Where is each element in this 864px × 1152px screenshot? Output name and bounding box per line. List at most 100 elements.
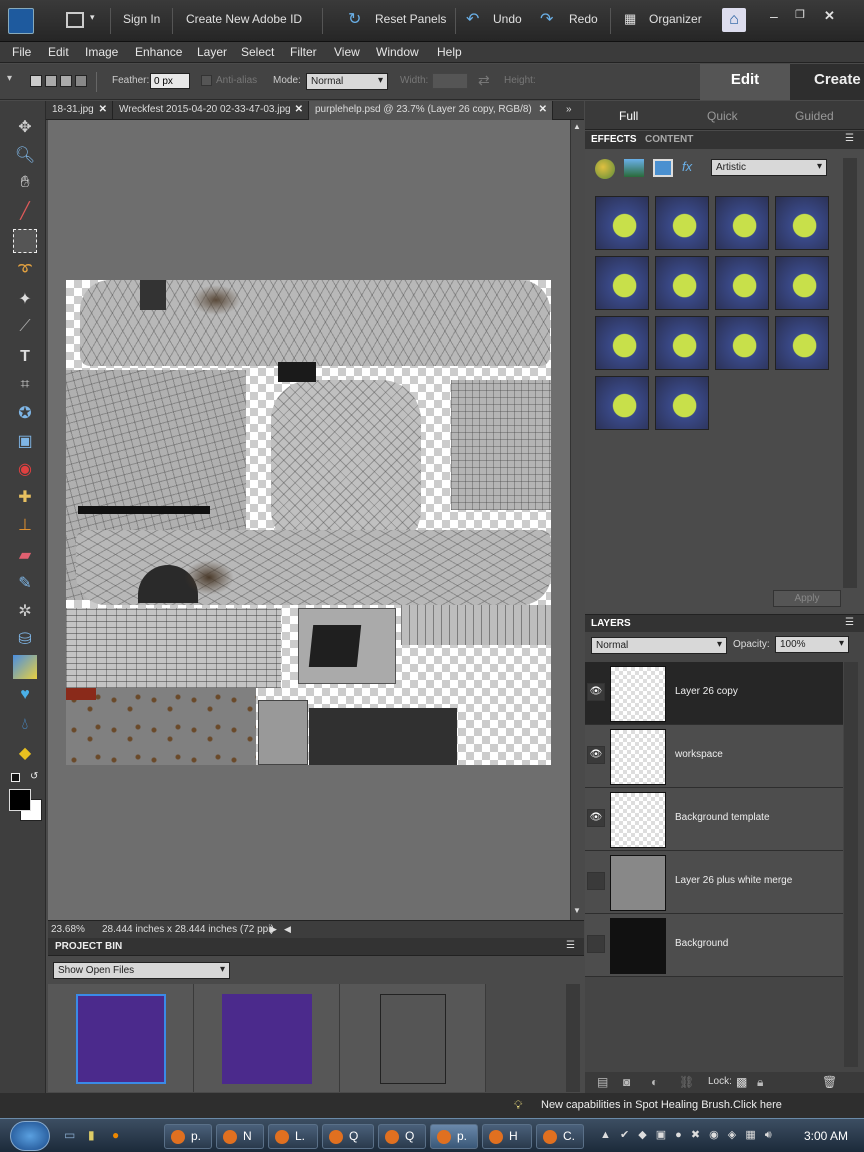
panel-menu-icon[interactable]: ☰ — [566, 940, 575, 951]
opacity-input[interactable]: 100% — [775, 636, 849, 653]
vertical-scrollbar[interactable]: ▲ ▼ — [570, 120, 584, 920]
taskbar-item[interactable]: N — [216, 1124, 264, 1149]
gradient-tool-icon[interactable] — [13, 655, 37, 679]
lock-transparency-icon[interactable]: ▩ — [736, 1075, 747, 1089]
selection-new-icon[interactable] — [30, 75, 42, 87]
crop-tool-icon[interactable]: ⌗ — [13, 373, 37, 397]
visibility-toggle[interactable] — [587, 872, 605, 890]
layer-row[interactable]: Background — [585, 914, 843, 977]
layer-styles-icon[interactable] — [624, 159, 644, 177]
effect-thumbnail[interactable] — [595, 256, 649, 310]
organizer-button[interactable]: Organizer — [649, 12, 702, 26]
default-colors-icon[interactable] — [11, 773, 20, 782]
paint-bucket-icon[interactable]: ⛁ — [13, 627, 37, 651]
eye-icon[interactable]: 👁︎ — [587, 746, 605, 764]
restore-icon[interactable]: ❐ — [795, 8, 805, 21]
selection-subtract-icon[interactable] — [60, 75, 72, 87]
menu-enhance[interactable]: Enhance — [135, 45, 182, 59]
link-icon[interactable]: ⛓︎ — [679, 1075, 694, 1089]
close-icon[interactable]: ✕ — [539, 104, 547, 115]
more-tabs-icon[interactable]: » — [566, 104, 572, 115]
visibility-toggle[interactable] — [587, 935, 605, 953]
layer-mask-icon[interactable]: ◙ — [623, 1075, 630, 1089]
move-tool-icon[interactable]: ✥ — [13, 115, 37, 139]
trash-icon[interactable]: 🗑︎ — [822, 1075, 837, 1089]
effect-thumbnail[interactable] — [595, 316, 649, 370]
panel-menu-icon[interactable]: ☰ — [845, 617, 854, 628]
taskbar-item[interactable]: Q — [322, 1124, 374, 1149]
layer-row[interactable]: Layer 26 plus white merge — [585, 851, 843, 914]
layer-row[interactable]: 👁︎ Background template — [585, 788, 843, 851]
zoom-level[interactable]: 23.68% — [51, 924, 85, 935]
tab-full[interactable]: Full — [619, 109, 638, 123]
tip-link[interactable]: New capabilities in Spot Healing Brush.C… — [541, 1099, 782, 1111]
undo-icon[interactable]: ↶ — [466, 9, 479, 29]
eraser-tool-icon[interactable]: ▰ — [13, 543, 37, 567]
tab-effects[interactable]: EFFECTS — [591, 134, 637, 145]
workspace-layout-icon[interactable] — [66, 12, 84, 28]
close-icon[interactable]: ✕ — [295, 104, 303, 115]
spot-healing-icon[interactable]: ✚ — [13, 485, 37, 509]
tab-content[interactable]: CONTENT — [645, 134, 693, 145]
red-eye-icon[interactable]: ◉ — [13, 457, 37, 481]
clock[interactable]: 3:00 AM — [804, 1129, 848, 1143]
bin-item[interactable] — [48, 984, 194, 1092]
fx-icon[interactable]: fx — [682, 159, 702, 177]
blend-mode-dropdown[interactable]: Normal — [591, 637, 727, 654]
firefox-icon[interactable]: ● — [112, 1128, 119, 1142]
lock-icon[interactable]: 🔒︎ — [757, 1075, 763, 1090]
brush-tool-icon[interactable]: ✎ — [13, 571, 37, 595]
tool-preset-icon[interactable]: ▾ — [7, 73, 12, 84]
smart-brush-icon[interactable]: ✲ — [13, 599, 37, 623]
clone-stamp-icon[interactable]: ⊥ — [13, 513, 37, 537]
close-icon[interactable]: ✕ — [99, 104, 107, 115]
recompose-tool-icon[interactable]: ▣ — [13, 429, 37, 453]
effect-thumbnail[interactable] — [715, 256, 769, 310]
layer-row[interactable]: 👁︎ Layer 26 copy — [585, 662, 843, 725]
minimize-icon[interactable]: – — [770, 8, 778, 24]
menu-image[interactable]: Image — [85, 45, 118, 59]
bin-item[interactable] — [340, 984, 486, 1092]
taskbar-item[interactable]: L. — [268, 1124, 318, 1149]
doc-tab-active[interactable]: purplehelp.psd @ 23.7% (Layer 26 copy, R… — [309, 101, 553, 120]
selection-add-icon[interactable] — [45, 75, 57, 87]
system-tray-icons[interactable]: ▲ ✔ ◆ ▣ ● ✖ ◉ ◈ ▦ 🔊︎ — [600, 1128, 775, 1142]
type-tool-icon[interactable]: T — [13, 345, 37, 369]
status-menu-icon[interactable]: ▶ — [270, 924, 277, 935]
feather-input[interactable]: 0 px — [150, 73, 190, 89]
sponge-tool-icon[interactable]: ◆ — [13, 741, 37, 765]
menu-edit[interactable]: Edit — [48, 45, 69, 59]
undo-button[interactable]: Undo — [493, 12, 522, 26]
swap-colors-icon[interactable]: ↺ — [30, 771, 38, 782]
layers-scrollbar[interactable] — [844, 662, 858, 1067]
menu-select[interactable]: Select — [241, 45, 274, 59]
effect-thumbnail[interactable] — [715, 316, 769, 370]
tab-edit[interactable]: Edit — [700, 64, 790, 100]
effect-thumbnail[interactable] — [595, 196, 649, 250]
effect-thumbnail[interactable] — [595, 376, 649, 430]
doc-tab-1[interactable]: 18-31.jpg ✕ — [46, 101, 113, 120]
effect-thumbnail[interactable] — [775, 316, 829, 370]
hand-tool-icon[interactable]: ✋︎ — [13, 171, 37, 195]
effect-thumbnail[interactable] — [655, 196, 709, 250]
new-layer-icon[interactable]: ▤ — [597, 1075, 608, 1089]
home-icon[interactable]: ⌂ — [722, 8, 746, 32]
foreground-color-swatch[interactable] — [9, 789, 31, 811]
mode-dropdown[interactable]: Normal — [306, 73, 388, 90]
apply-button[interactable]: Apply — [773, 590, 841, 607]
quicklaunch-icon[interactable]: ▮ — [88, 1128, 95, 1142]
reset-panels-button[interactable]: Reset Panels — [375, 12, 446, 26]
magic-wand-icon[interactable]: ✦ — [13, 287, 37, 311]
eye-icon[interactable]: 👁︎ — [587, 683, 605, 701]
tab-guided[interactable]: Guided — [795, 109, 834, 123]
menu-help[interactable]: Help — [437, 45, 462, 59]
scroll-left-icon[interactable]: ◀ — [284, 924, 291, 935]
effect-thumbnail[interactable] — [655, 316, 709, 370]
show-desktop-icon[interactable]: ▭ — [64, 1128, 75, 1142]
cookie-cutter-icon[interactable]: ✪ — [13, 401, 37, 425]
organizer-icon[interactable]: ▦ — [624, 11, 636, 27]
menu-filter[interactable]: Filter — [290, 45, 317, 59]
lasso-tool-icon[interactable]: ➰︎ — [13, 259, 37, 283]
zoom-tool-icon[interactable]: 🔍︎ — [13, 143, 37, 167]
effects-category-dropdown[interactable]: Artistic — [711, 159, 827, 176]
